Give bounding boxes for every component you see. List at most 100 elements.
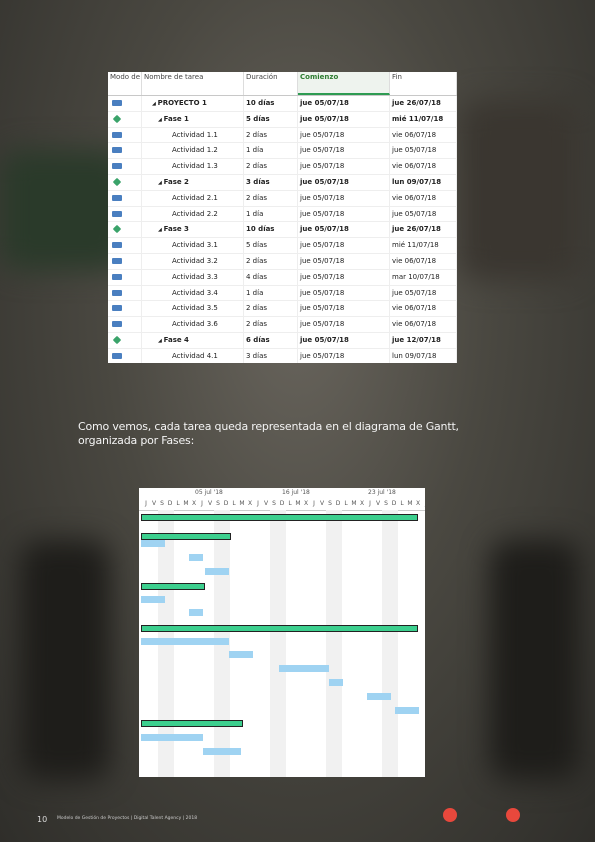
task-name[interactable]: ◢ Fase 1 xyxy=(142,111,244,127)
task-end[interactable]: mié 11/07/18 xyxy=(390,238,457,253)
task-start[interactable]: jue 05/07/18 xyxy=(298,253,390,269)
task-start[interactable]: jue 05/07/18 xyxy=(298,96,390,111)
task-start[interactable]: jue 05/07/18 xyxy=(298,127,390,143)
task-end[interactable]: jue 05/07/18 xyxy=(390,206,457,222)
summary-bar[interactable] xyxy=(141,514,418,521)
table-row[interactable]: Actividad 2.1 2 días jue 05/07/18 vie 06/07… xyxy=(108,190,457,207)
task-bar[interactable] xyxy=(203,748,241,755)
task-end[interactable]: vie 06/07/18 xyxy=(390,159,457,174)
table-row[interactable]: ◢ Fase 15 días jue 05/07/18 mié 11/07/18 xyxy=(108,111,457,128)
task-bar[interactable] xyxy=(141,638,229,645)
task-start[interactable]: jue 05/07/18 xyxy=(298,269,390,285)
task-start[interactable]: jue 05/07/18 xyxy=(298,301,390,317)
table-row[interactable]: Actividad 3.5 2 días jue 05/07/18 vie 06/07… xyxy=(108,301,457,318)
table-row[interactable]: Actividad 1.2 1 día jue 05/07/18 jue 05/07/… xyxy=(108,143,457,160)
task-start[interactable]: jue 05/07/18 xyxy=(298,317,390,332)
header-name[interactable]: Nombre de tarea xyxy=(142,72,244,95)
table-row[interactable]: Actividad 1.1 2 días jue 05/07/18 vie 06/07… xyxy=(108,127,457,144)
summary-bar[interactable] xyxy=(141,533,231,540)
task-duration[interactable]: 10 días xyxy=(244,222,298,238)
task-duration[interactable]: 4 días xyxy=(244,269,298,285)
table-row[interactable]: ◢ Fase 3 10 días jue 05/07/18 jue 26/07/18 xyxy=(108,222,457,239)
task-bar[interactable] xyxy=(141,540,165,547)
task-name[interactable]: Actividad 1.3 xyxy=(142,159,244,174)
task-name[interactable]: ◢ Fase 3 xyxy=(142,222,244,238)
task-name[interactable]: Actividad 3.1 xyxy=(142,238,244,253)
summary-bar[interactable] xyxy=(141,625,418,632)
task-name[interactable]: Actividad 3.6 xyxy=(142,317,244,332)
task-duration[interactable]: 2 días xyxy=(244,159,298,174)
task-duration[interactable]: 2 días xyxy=(244,317,298,332)
task-name[interactable]: Actividad 2.1 xyxy=(142,190,244,206)
table-row[interactable]: ◢ Fase 23 días jue 05/07/18 lun 09/07/18 xyxy=(108,174,457,191)
table-row[interactable]: Actividad 2.2 1 día jue 05/07/18 jue 05/07/… xyxy=(108,206,457,223)
task-bar[interactable] xyxy=(141,596,165,603)
table-row[interactable]: Actividad 3.3 4 días jue 05/07/18 mar 10/07… xyxy=(108,269,457,286)
task-bar[interactable] xyxy=(229,651,253,658)
task-name[interactable]: ◢ PROYECTO 1 xyxy=(142,96,244,111)
task-end[interactable]: vie 06/07/18 xyxy=(390,127,457,143)
task-end[interactable]: jue 26/07/18 xyxy=(390,96,457,111)
task-name[interactable]: Actividad 3.4 xyxy=(142,285,244,301)
task-start[interactable]: jue 05/07/18 xyxy=(298,174,390,190)
task-duration[interactable]: 1 día xyxy=(244,285,298,301)
task-start[interactable]: jue 05/07/18 xyxy=(298,143,390,159)
task-start[interactable]: jue 05/07/18 xyxy=(298,285,390,301)
task-bar[interactable] xyxy=(367,693,391,700)
task-end[interactable]: jue 12/07/18 xyxy=(390,332,457,348)
task-name[interactable]: Actividad 4.1 xyxy=(142,348,244,363)
task-end[interactable]: jue 26/07/18 xyxy=(390,222,457,238)
task-end[interactable]: jue 05/07/18 xyxy=(390,285,457,301)
table-row[interactable]: ◢ PROYECTO 1 10 días jue 05/07/18 jue 26/07… xyxy=(108,96,457,112)
table-row[interactable]: Actividad 4.1 3 días jue 05/07/18 lun 09/07… xyxy=(108,348,457,363)
task-start[interactable]: jue 05/07/18 xyxy=(298,111,390,127)
task-start[interactable]: jue 05/07/18 xyxy=(298,206,390,222)
table-row[interactable]: Actividad 3.6 2 días jue 05/07/18 vie 06/07… xyxy=(108,317,457,333)
task-end[interactable]: lun 09/07/18 xyxy=(390,348,457,363)
task-duration[interactable]: 2 días xyxy=(244,127,298,143)
task-name[interactable]: ◢ Fase 4 xyxy=(142,332,244,348)
task-duration[interactable]: 5 días xyxy=(244,238,298,253)
task-bar[interactable] xyxy=(395,707,419,714)
task-bar[interactable] xyxy=(279,665,329,672)
task-duration[interactable]: 1 día xyxy=(244,206,298,222)
task-duration[interactable]: 1 día xyxy=(244,143,298,159)
summary-bar[interactable] xyxy=(141,720,243,727)
task-name[interactable]: ◢ Fase 2 xyxy=(142,174,244,190)
task-bar[interactable] xyxy=(189,554,203,561)
task-name[interactable]: Actividad 1.1 xyxy=(142,127,244,143)
task-duration[interactable]: 5 días xyxy=(244,111,298,127)
header-end[interactable]: Fin xyxy=(390,72,457,95)
task-end[interactable]: jue 05/07/18 xyxy=(390,143,457,159)
task-duration[interactable]: 2 días xyxy=(244,253,298,269)
task-bar[interactable] xyxy=(141,734,203,741)
task-bar[interactable] xyxy=(205,568,229,575)
task-bar[interactable] xyxy=(189,609,203,616)
table-row[interactable]: Actividad 3.2 2 días jue 05/07/18 vie 06/07… xyxy=(108,253,457,270)
task-duration[interactable]: 3 días xyxy=(244,348,298,363)
task-bar[interactable] xyxy=(329,679,343,686)
task-name[interactable]: Actividad 3.2 xyxy=(142,253,244,269)
task-start[interactable]: jue 05/07/18 xyxy=(298,332,390,348)
task-name[interactable]: Actividad 1.2 xyxy=(142,143,244,159)
task-end[interactable]: vie 06/07/18 xyxy=(390,190,457,206)
task-start[interactable]: jue 05/07/18 xyxy=(298,238,390,253)
task-end[interactable]: vie 06/07/18 xyxy=(390,253,457,269)
task-duration[interactable]: 2 días xyxy=(244,301,298,317)
task-start[interactable]: jue 05/07/18 xyxy=(298,159,390,174)
task-start[interactable]: jue 05/07/18 xyxy=(298,190,390,206)
table-row[interactable]: Actividad 3.4 1 día jue 05/07/18 jue 05/07/… xyxy=(108,285,457,302)
task-name[interactable]: Actividad 2.2 xyxy=(142,206,244,222)
task-start[interactable]: jue 05/07/18 xyxy=(298,348,390,363)
summary-bar[interactable] xyxy=(141,583,205,590)
header-mode[interactable]: Modo de xyxy=(108,72,142,95)
task-end[interactable]: mar 10/07/18 xyxy=(390,269,457,285)
task-end[interactable]: lun 09/07/18 xyxy=(390,174,457,190)
table-row[interactable]: ◢ Fase 46 días jue 05/07/18 jue 12/07/18 xyxy=(108,332,457,349)
task-duration[interactable]: 2 días xyxy=(244,190,298,206)
task-end[interactable]: vie 06/07/18 xyxy=(390,301,457,317)
task-duration[interactable]: 3 días xyxy=(244,174,298,190)
task-duration[interactable]: 6 días xyxy=(244,332,298,348)
task-end[interactable]: vie 06/07/18 xyxy=(390,317,457,332)
task-duration[interactable]: 10 días xyxy=(244,96,298,111)
